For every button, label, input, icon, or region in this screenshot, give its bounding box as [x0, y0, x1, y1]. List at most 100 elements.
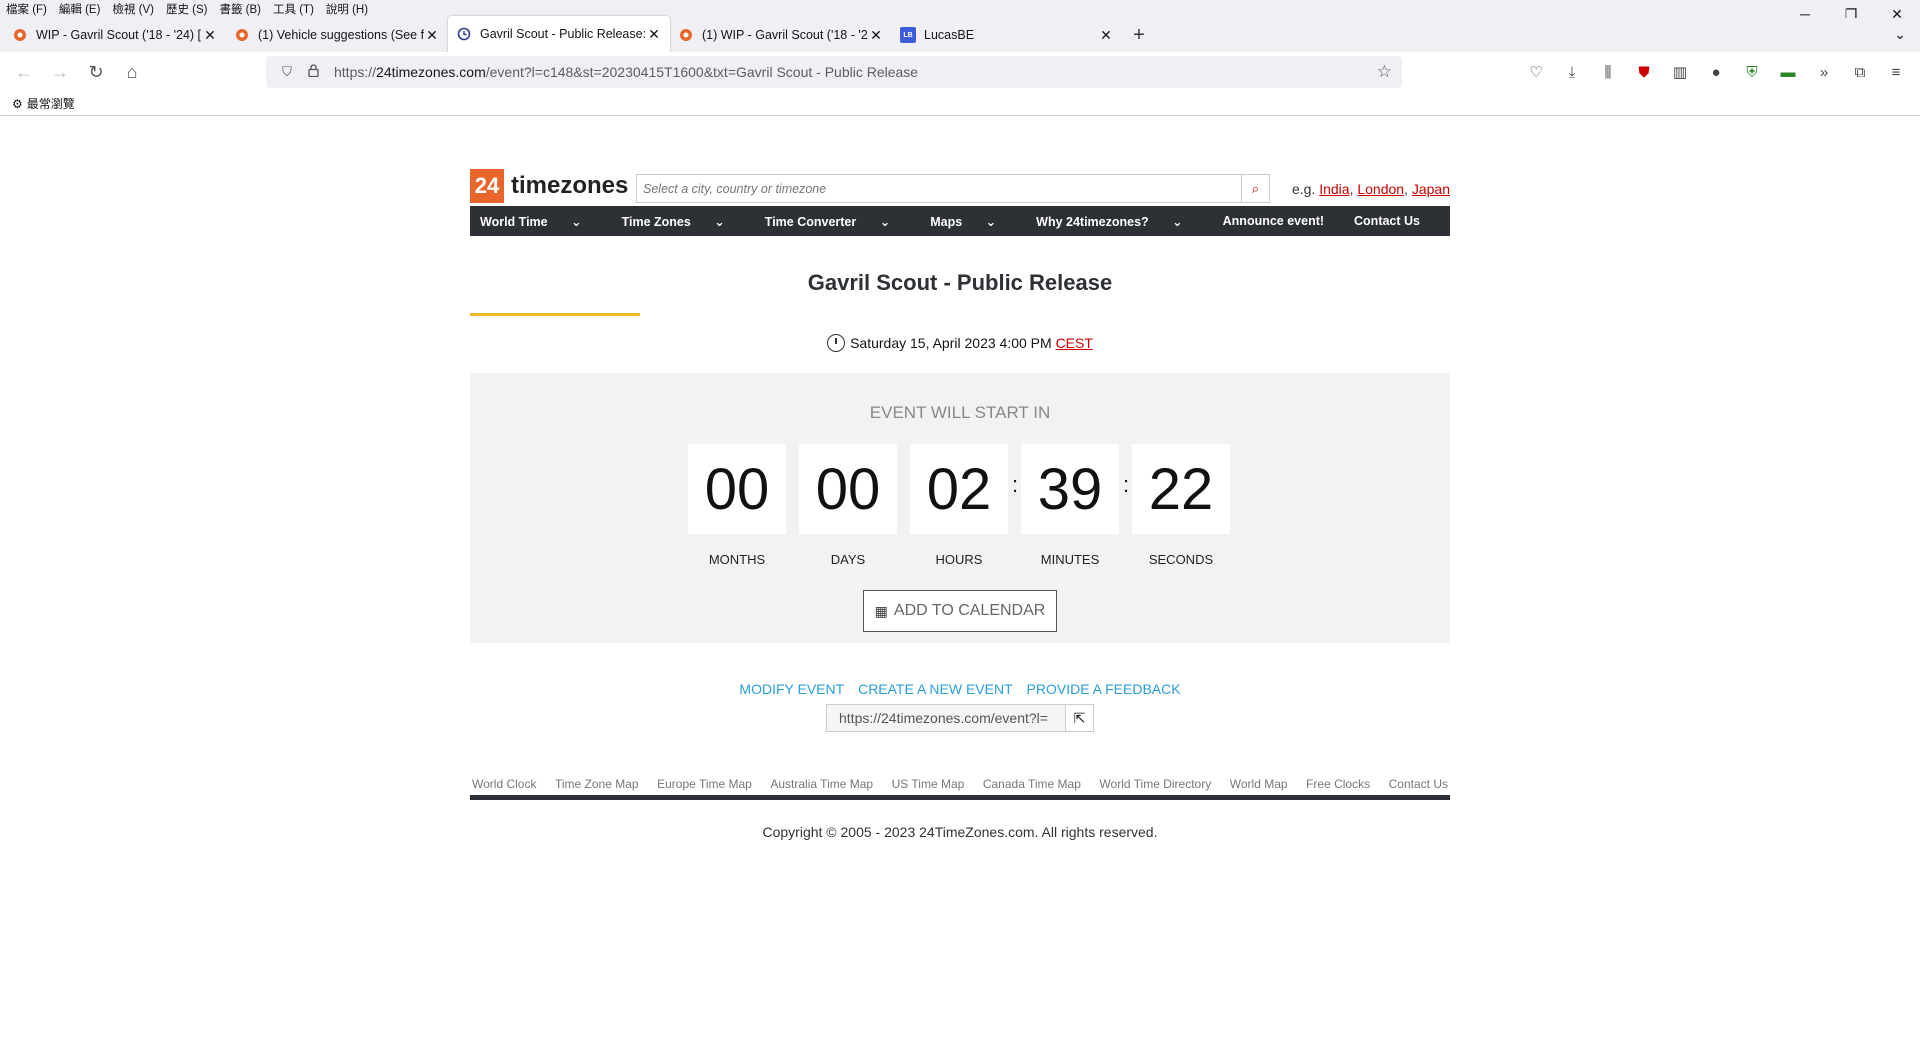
link-india[interactable]: India [1319, 181, 1349, 197]
footer-link-world-time-directory[interactable]: World Time Directory [1099, 777, 1211, 791]
lock-icon[interactable] [300, 64, 326, 80]
nav-label: World Time [480, 214, 548, 229]
tab-gavril-scout-release[interactable]: Gavril Scout - Public Release: C ✕ [448, 16, 670, 52]
download-icon[interactable]: ⤓ [1554, 56, 1590, 88]
countdown: 00 MONTHS 00 DAYS 02 HOURS : 39 MINUTES … [688, 444, 1243, 567]
hamburger-menu-icon[interactable]: ≡ [1878, 56, 1914, 88]
footer-link-contact-us[interactable]: Contact Us [1389, 777, 1448, 791]
footer-nav: World Clock Time Zone Map Europe Time Ma… [470, 777, 1450, 791]
footer-link-free-clocks[interactable]: Free Clocks [1306, 777, 1370, 791]
nav-label: Why 24timezones? [1036, 214, 1149, 229]
menu-edit[interactable]: 編輯 (E) [59, 1, 101, 17]
nav-contact-us[interactable]: Contact Us [1354, 214, 1420, 228]
tab-title: Gavril Scout - Public Release: C [480, 27, 646, 41]
url-text[interactable]: https://24timezones.com/event?l=c148&st=… [334, 64, 918, 80]
add-to-calendar-button[interactable]: ▦ ADD TO CALENDAR [863, 590, 1057, 632]
footer-link-canada-time-map[interactable]: Canada Time Map [983, 777, 1081, 791]
url-bar[interactable]: ⛉ https://24timezones.com/event?l=c148&s… [266, 56, 1402, 88]
footer-link-us-time-map[interactable]: US Time Map [892, 777, 965, 791]
shield-icon[interactable]: ⛉ [274, 64, 300, 80]
footer-link-time-zone-map[interactable]: Time Zone Map [555, 777, 639, 791]
tab-title: (1) Vehicle suggestions (See fir [258, 28, 424, 42]
event-actions: MODIFY EVENT CREATE A NEW EVENT PROVIDE … [470, 681, 1450, 697]
reload-icon[interactable]: ↻ [80, 56, 112, 88]
tab-wip-gavril-scout[interactable]: WIP - Gavril Scout ('18 - '24) [R ✕ [4, 18, 226, 52]
pocket-icon[interactable]: ♡ [1518, 56, 1554, 88]
library-icon[interactable]: ⫼ [1590, 56, 1626, 88]
back-icon[interactable]: ← [8, 56, 40, 88]
close-tab-icon[interactable]: ✕ [424, 27, 440, 44]
nav-time-zones[interactable]: Time Zones ⌄ [622, 214, 745, 229]
logo-number: 24 [470, 169, 504, 203]
home-icon[interactable]: ⌂ [116, 56, 148, 88]
tab-title: (1) WIP - Gavril Scout ('18 - '24 [702, 28, 868, 42]
footer-link-world-clock[interactable]: World Clock [472, 777, 536, 791]
menu-history[interactable]: 歷史 (S) [166, 1, 208, 17]
url-scheme: https:// [334, 64, 377, 80]
site-logo[interactable]: 24 timezones [470, 169, 628, 203]
navigation-toolbar: ← → ↻ ⌂ ⛉ https://24timezones.com/event?… [0, 52, 1920, 92]
ublock-icon[interactable]: ⛊ [1626, 56, 1662, 88]
tab-vehicle-suggestions[interactable]: (1) Vehicle suggestions (See fir ✕ [226, 18, 448, 52]
timezone-link[interactable]: CEST [1056, 335, 1093, 351]
tab-lucasbe[interactable]: LB LucasBE ✕ [892, 18, 1122, 52]
countdown-minutes: 39 MINUTES [1021, 444, 1119, 567]
countdown-value: 39 [1021, 444, 1119, 534]
close-tab-icon[interactable]: ✕ [202, 27, 218, 44]
nav-label: Maps [930, 214, 963, 229]
countdown-label: SECONDS [1148, 552, 1214, 567]
link-japan[interactable]: Japan [1412, 181, 1450, 197]
star-icon[interactable]: ☆ [1377, 62, 1392, 82]
footer-link-world-map[interactable]: World Map [1230, 777, 1288, 791]
ubuntu-icon [678, 27, 694, 43]
menu-tools[interactable]: 工具 (T) [273, 1, 314, 17]
share-icon[interactable]: ⇱ [1065, 705, 1093, 731]
nav-maps[interactable]: Maps ⌄ [930, 214, 1016, 229]
nav-why-24timezones[interactable]: Why 24timezones? ⌄ [1036, 214, 1203, 229]
chevron-down-icon: ⌄ [571, 214, 582, 229]
share-box: https://24timezones.com/event?l= ⇱ [826, 704, 1094, 732]
menu-view[interactable]: 檢視 (V) [112, 1, 154, 17]
link-london[interactable]: London [1357, 181, 1404, 197]
footer-divider [470, 795, 1450, 800]
footer-link-europe-time-map[interactable]: Europe Time Map [657, 777, 752, 791]
menu-bookmarks[interactable]: 書籤 (B) [219, 1, 261, 17]
event-date: Saturday 15, April 2023 4:00 PM CEST [470, 334, 1450, 352]
countdown-value: 22 [1132, 444, 1230, 534]
forward-icon[interactable]: → [44, 56, 76, 88]
new-tab-icon[interactable]: + [1122, 18, 1156, 52]
site-header: 24 timezones ⌕ e.g. India, London, Japan [470, 169, 1450, 203]
event-title: Gavril Scout - Public Release [807, 270, 1113, 295]
search-icon[interactable]: ⌕ [1241, 175, 1269, 202]
extension-icon[interactable]: ● [1698, 56, 1734, 88]
share-url-field[interactable]: https://24timezones.com/event?l= [827, 710, 1065, 726]
close-tab-icon[interactable]: ✕ [646, 26, 662, 43]
puzzle-icon[interactable]: ⧉ [1842, 56, 1878, 88]
footer-link-australia-time-map[interactable]: Australia Time Map [770, 777, 873, 791]
calendar-button-label: ADD TO CALENDAR [893, 602, 1046, 619]
search-input[interactable] [637, 175, 1241, 202]
sidebar-icon[interactable]: ▥ [1662, 56, 1698, 88]
examples-prefix: e.g. [1291, 181, 1316, 197]
clock-icon [827, 334, 846, 352]
url-path: /event?l=c148&st=20230415T1600&txt=Gavri… [485, 64, 919, 80]
tab-title: WIP - Gavril Scout ('18 - '24) [R [36, 28, 202, 42]
nav-announce-event[interactable]: Announce event! [1223, 214, 1324, 228]
chevron-down-icon[interactable]: ⌄ [1894, 26, 1906, 43]
close-tab-icon[interactable]: ✕ [1098, 27, 1114, 44]
most-visited-bookmark[interactable]: 最常瀏覽 [27, 95, 75, 112]
feedback-link[interactable]: PROVIDE A FEEDBACK [1027, 681, 1181, 697]
modify-event-link[interactable]: MODIFY EVENT [739, 681, 844, 697]
logo-text: timezones [511, 172, 629, 199]
shield-extension-icon[interactable]: ⛨ [1734, 56, 1770, 88]
green-extension-icon[interactable]: ▬ [1770, 56, 1806, 88]
overflow-icon[interactable]: » [1806, 56, 1842, 88]
nav-time-converter[interactable]: Time Converter ⌄ [765, 214, 910, 229]
close-tab-icon[interactable]: ✕ [868, 27, 884, 44]
tab-wip-gavril-scout-2[interactable]: (1) WIP - Gavril Scout ('18 - '24 ✕ [670, 18, 892, 52]
menu-help[interactable]: 說明 (H) [326, 1, 368, 17]
chevron-down-icon: ⌄ [879, 214, 891, 229]
nav-world-time[interactable]: World Time ⌄ [480, 214, 602, 229]
create-event-link[interactable]: CREATE A NEW EVENT [858, 681, 1013, 697]
menu-file[interactable]: 檔案 (F) [6, 1, 47, 17]
